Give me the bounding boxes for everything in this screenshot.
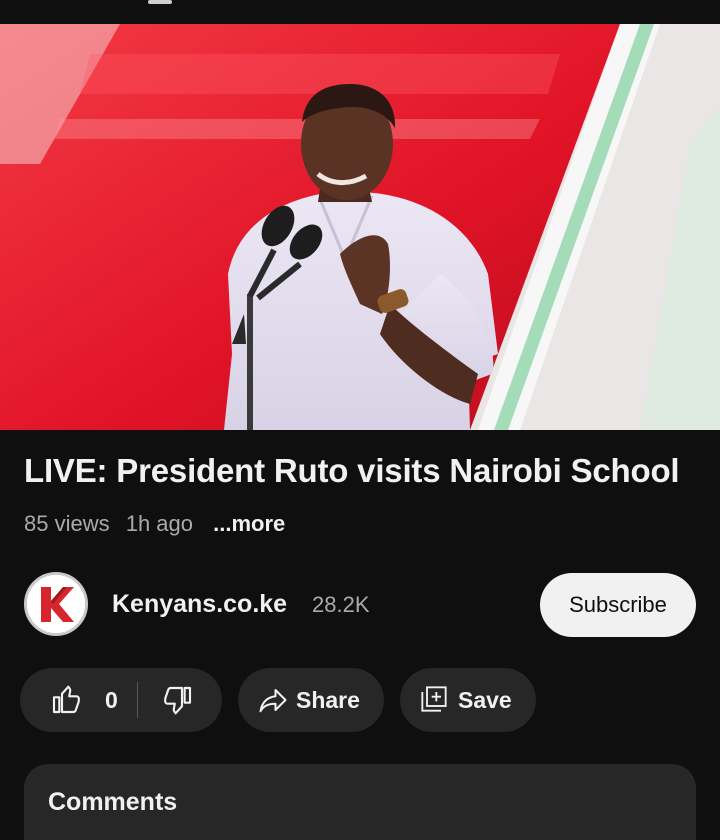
video-thumbnail bbox=[0, 24, 720, 430]
channel-logo bbox=[27, 575, 85, 633]
thumbs-up-icon[interactable] bbox=[50, 684, 82, 722]
menu-icon[interactable] bbox=[148, 0, 172, 4]
like-dislike-group: 0 bbox=[20, 668, 222, 732]
thumbs-down-icon[interactable] bbox=[162, 684, 194, 722]
save-label: Save bbox=[458, 687, 512, 713]
action-bar: 0 Share Save bbox=[20, 668, 720, 732]
comments-title: Comments bbox=[48, 788, 178, 816]
video-meta[interactable]: 85 views 1h ago ...more bbox=[24, 511, 295, 537]
more-link[interactable]: ...more bbox=[213, 511, 285, 536]
upload-age: 1h ago bbox=[125, 511, 194, 536]
share-arrow-icon bbox=[258, 686, 288, 720]
comments-panel[interactable]: Comments bbox=[24, 764, 696, 840]
channel-row: Kenyans.co.ke 28.2K Subscribe bbox=[24, 572, 696, 637]
save-playlist-icon bbox=[420, 685, 448, 719]
share-label: Share bbox=[296, 687, 360, 713]
status-bar bbox=[0, 0, 720, 24]
save-button[interactable]: Save bbox=[400, 668, 536, 732]
video-title: LIVE: President Ruto visits Nairobi Scho… bbox=[24, 452, 680, 489]
subscribe-button[interactable]: Subscribe bbox=[540, 573, 696, 637]
share-button[interactable]: Share bbox=[238, 668, 384, 732]
like-count: 0 bbox=[105, 687, 118, 713]
channel-name[interactable]: Kenyans.co.ke bbox=[112, 590, 287, 619]
video-player[interactable] bbox=[0, 24, 720, 430]
channel-avatar[interactable] bbox=[24, 572, 88, 636]
subscriber-count: 28.2K bbox=[312, 592, 370, 617]
view-count: 85 views bbox=[24, 511, 110, 536]
like-divider bbox=[137, 682, 138, 718]
